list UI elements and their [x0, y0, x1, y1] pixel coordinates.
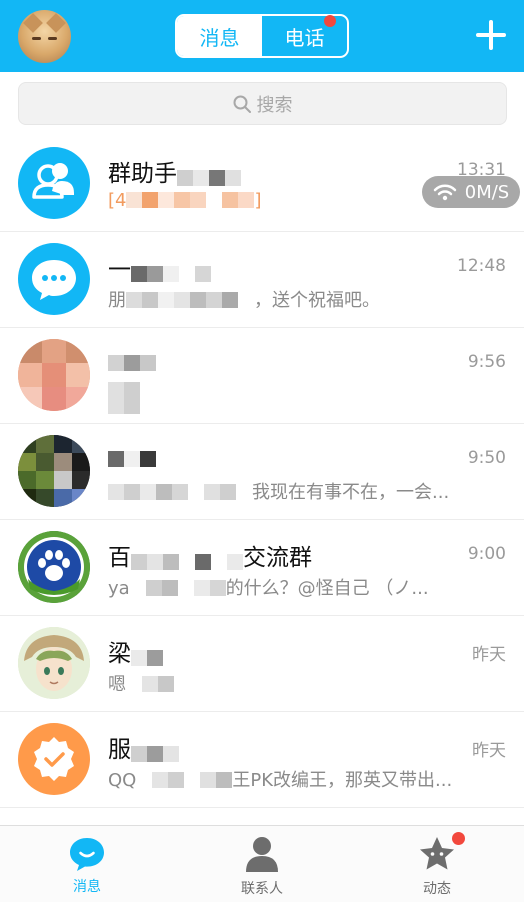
contacts-icon: [246, 837, 278, 872]
mosaic-blur: [108, 447, 156, 467]
mosaic-blur: [126, 676, 174, 694]
conversation-row[interactable]: 一 12:48 朋，送个祝福吧。: [0, 232, 524, 328]
bottom-tab-label: 动态: [423, 881, 451, 897]
conversation-list: 群助手 13:31 [4] 一 12:48 朋，送个祝福吧。 9:56 9:50…: [0, 136, 524, 808]
calls-badge: [324, 15, 336, 27]
conversation-name: 群助手: [108, 154, 241, 188]
conversation-time: 昨天: [472, 645, 506, 665]
conversation-preview: 嗯: [108, 670, 174, 696]
chat-bubble-icon: [18, 243, 90, 315]
conversation-preview: 我现在有事不在，一会...: [108, 478, 449, 504]
mosaic-blur: [108, 382, 140, 414]
conversation-preview: 朋，送个祝福吧。: [108, 290, 380, 311]
conversation-time: 9:50: [467, 448, 506, 468]
feeds-badge: [452, 832, 465, 845]
network-speed-text: 0M/S: [464, 181, 510, 203]
mosaic-blur: [126, 192, 255, 210]
bottom-tab-messages[interactable]: 消息: [22, 826, 152, 902]
photo-avatar: [18, 339, 90, 411]
star-icon: [420, 837, 454, 870]
conversation-time: 9:00: [467, 544, 506, 564]
search-icon: [233, 95, 251, 113]
mosaic-blur: [108, 484, 252, 502]
tab-messages[interactable]: 消息: [177, 16, 262, 56]
mosaic-blur: [126, 292, 254, 310]
mosaic-blur: [136, 772, 233, 790]
add-icon[interactable]: [476, 20, 506, 50]
mosaic-blur: [108, 351, 156, 371]
search-area: 搜索: [0, 72, 524, 136]
conversation-name: 一: [108, 250, 211, 284]
mosaic-blur: [129, 580, 226, 598]
conversation-name: [108, 442, 156, 468]
conversation-row[interactable]: 9:50 我现在有事不在，一会...: [0, 424, 524, 520]
conversation-name: 百交流群: [108, 545, 312, 571]
top-bar: 消息 电话: [0, 0, 524, 72]
conversation-time: 12:48: [457, 256, 506, 276]
conversation-row[interactable]: 9:56: [0, 328, 524, 424]
conversation-name: 服: [108, 730, 179, 764]
conversation-preview: [108, 382, 140, 414]
conversation-name: 梁: [108, 634, 163, 668]
wifi-icon: [433, 184, 456, 201]
mosaic-blur: [131, 646, 163, 666]
conversation-row[interactable]: 服 昨天 QQ 王PK改编王，那英又带出...: [0, 712, 524, 808]
conversation-preview: ya 的什么？@怪自己 （ノ...: [108, 578, 429, 599]
mosaic-blur: [131, 550, 243, 570]
message-icon: [70, 838, 104, 871]
conversation-row[interactable]: 百交流群 9:00 ya 的什么？@怪自己 （ノ...: [0, 520, 524, 616]
bottom-tab-label: 消息: [73, 879, 101, 895]
search-input[interactable]: 搜索: [18, 82, 507, 125]
paw-logo: [18, 531, 90, 603]
bottom-tab-contacts[interactable]: 联系人: [197, 826, 327, 902]
conversation-name: [108, 346, 156, 372]
network-speed-badge: 0M/S: [422, 176, 520, 208]
conversation-row[interactable]: 梁 昨天 嗯: [0, 616, 524, 712]
mosaic-blur: [131, 742, 179, 762]
group-assistant-icon: [18, 147, 90, 219]
conversation-time: 9:56: [467, 352, 506, 372]
conversation-preview: QQ 王PK改编王，那英又带出...: [108, 770, 453, 791]
bottom-tab-label: 联系人: [241, 881, 283, 897]
header-segmented-control: 消息 电话: [175, 14, 349, 58]
bottom-tab-bar: 消息 联系人 动态: [0, 825, 524, 902]
service-badge-icon: [18, 723, 90, 795]
mosaic-blur: [131, 262, 211, 282]
anime-avatar: [18, 627, 90, 699]
my-avatar[interactable]: [18, 10, 71, 63]
conversation-preview: [4]: [108, 190, 262, 211]
search-placeholder: 搜索: [256, 94, 293, 116]
photo-avatar: [18, 435, 90, 507]
bottom-tab-feeds[interactable]: 动态: [372, 826, 502, 902]
mosaic-blur: [177, 166, 241, 186]
conversation-time: 昨天: [472, 741, 506, 761]
